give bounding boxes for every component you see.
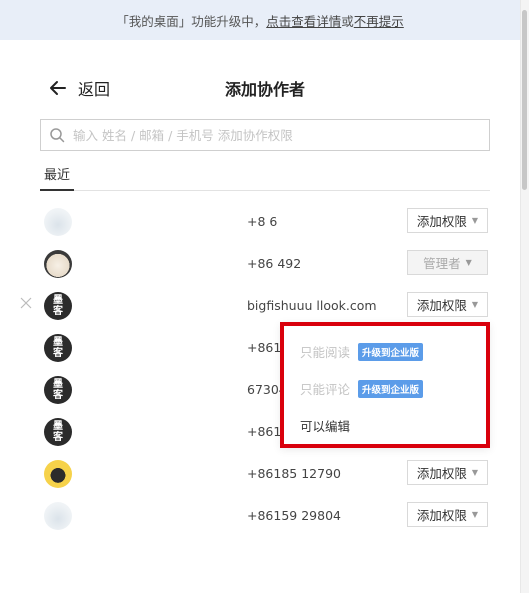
caret-down-icon: ▼ <box>471 510 479 519</box>
list-item: +86185 12790 添加权限 ▼ <box>0 452 520 494</box>
contact-text: bigfishuuu llook.com <box>247 298 377 313</box>
dismiss-link[interactable]: 不再提示 <box>354 11 404 30</box>
menu-item-can-edit[interactable]: 可以编辑 <box>300 416 350 435</box>
back-button[interactable]: 返回 <box>48 76 110 100</box>
scrollbar-thumb[interactable] <box>522 10 527 190</box>
caret-down-icon: ▼ <box>471 468 479 477</box>
tab-recent[interactable]: 最近 <box>40 166 75 191</box>
contact-text: +86185 12790 <box>247 466 341 481</box>
contact-text: +86 492 <box>247 256 302 271</box>
avatar: 墨客 <box>44 376 72 404</box>
add-permission-button[interactable]: 添加权限 ▼ <box>407 502 488 527</box>
avatar: 墨客 <box>44 292 72 320</box>
search-input[interactable] <box>73 127 473 143</box>
menu-item-comment-only: 只能评论 升级到企业版 <box>300 379 424 398</box>
add-permission-button[interactable]: 添加权限 ▼ <box>407 292 488 317</box>
search-box[interactable] <box>40 119 490 151</box>
list-item: 墨客 bigfishuuu llook.com 添加权限 ▼ <box>0 284 520 326</box>
banner-or-text: 或 <box>341 13 354 29</box>
menu-item-read-only: 只能阅读 升级到企业版 <box>300 342 424 361</box>
dialog-header: 添加协作者 返回 <box>40 72 490 104</box>
avatar: 墨客 <box>44 418 72 446</box>
avatar <box>44 250 72 278</box>
close-icon[interactable] <box>19 296 33 310</box>
manager-permission-button: 管理者 ▼ <box>407 250 488 275</box>
list-item: +86159 29804 添加权限 ▼ <box>0 494 520 536</box>
list-item: +8 6 添加权限 ▼ <box>0 200 520 242</box>
add-permission-button[interactable]: 添加权限 ▼ <box>407 460 488 485</box>
caret-down-icon: ▼ <box>465 258 472 267</box>
caret-down-icon: ▼ <box>471 300 479 309</box>
contact-text: +86159 29804 <box>247 508 341 523</box>
list-item: +86 492 管理者 ▼ <box>0 242 520 284</box>
contact-text: +8 6 <box>247 214 278 229</box>
add-permission-button[interactable]: 添加权限 ▼ <box>407 208 488 233</box>
search-icon <box>50 128 65 143</box>
permission-dropdown: 只能阅读 升级到企业版 只能评论 升级到企业版 可以编辑 <box>280 322 490 448</box>
banner-text: 「我的桌面」功能升级中， <box>116 13 267 29</box>
avatar <box>44 460 72 488</box>
scrollbar[interactable] <box>520 0 529 593</box>
tab-bar: 最近 <box>40 166 490 191</box>
back-label: 返回 <box>78 80 111 99</box>
upgrade-badge[interactable]: 升级到企业版 <box>358 379 424 398</box>
avatar <box>44 208 72 236</box>
arrow-left-icon <box>50 81 66 95</box>
view-details-link[interactable]: 点击查看详情 <box>266 11 341 30</box>
upgrade-badge[interactable]: 升级到企业版 <box>358 342 424 361</box>
avatar: 墨客 <box>44 334 72 362</box>
caret-down-icon: ▼ <box>471 216 479 225</box>
avatar <box>44 502 72 530</box>
upgrade-banner: 「我的桌面」功能升级中， 点击查看详情 或 不再提示 <box>0 0 520 40</box>
